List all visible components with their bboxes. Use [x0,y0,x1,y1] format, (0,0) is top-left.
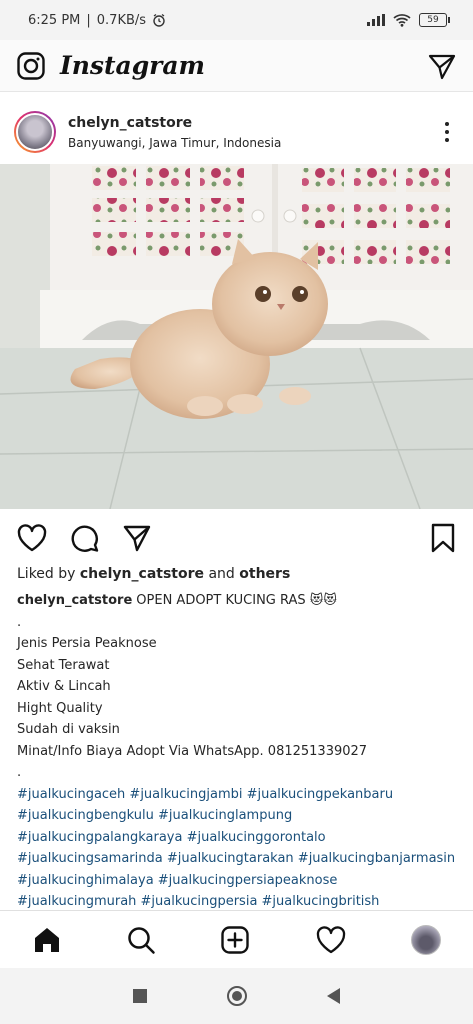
comment-icon[interactable] [70,523,100,553]
home-icon[interactable] [32,925,62,955]
caption-line: . [17,765,22,780]
app-header: Instagram [0,40,473,92]
camera-icon[interactable] [16,51,46,81]
caption-line: Hight Quality [17,700,103,716]
alarm-icon [153,13,165,27]
home-system-icon[interactable] [227,986,247,1006]
caption-line: Sehat Terawat [17,657,110,673]
bottom-nav [0,910,473,968]
post-image[interactable] [0,164,473,509]
likes-and: and [204,566,240,582]
battery-level: 59 [427,15,439,25]
status-separator: | [86,12,91,28]
recent-apps-icon[interactable] [133,989,147,1003]
share-icon[interactable] [122,523,152,553]
post-avatar[interactable] [14,111,56,153]
post-header: chelyn_catstore Banyuwangi, Jawa Timur, … [0,102,473,162]
caption-line: Jenis Persia Peaknose [17,636,157,651]
hashtag-line[interactable]: #jualkucinghimalaya #jualkucingpersiapea… [17,870,462,892]
back-icon[interactable] [327,988,340,1004]
wifi-icon [393,14,411,27]
caption-line: . [17,614,22,630]
search-icon[interactable] [126,925,156,955]
caption-username[interactable]: chelyn_catstore [17,593,132,608]
likes-prefix: Liked by [17,566,80,582]
signal-icon [367,14,385,26]
direct-message-icon[interactable] [427,51,457,81]
caption-title: OPEN ADOPT KUCING RAS 😻😻 [136,593,337,608]
hashtag-line[interactable]: #jualkucingbengkulu #jualkucinglampung [17,805,462,827]
likes-user[interactable]: chelyn_catstore [80,566,204,582]
likes-others[interactable]: others [239,566,290,582]
app-logo: Instagram [60,51,205,80]
post-location[interactable]: Banyuwangi, Jawa Timur, Indonesia [68,136,435,150]
like-heart-icon[interactable] [16,523,48,553]
hashtag-line[interactable]: #jualkucingsamarinda #jualkucingtarakan … [17,848,462,870]
likes-summary[interactable]: Liked by chelyn_catstore and others [17,566,290,582]
cat-photo [0,164,473,509]
bookmark-icon[interactable] [429,522,457,554]
status-time: 6:25 PM [28,12,81,28]
post-username[interactable]: chelyn_catstore [68,115,435,131]
caption-line: Minat/Info Biaya Adopt Via WhatsApp. 081… [17,743,368,759]
network-speed: 0.7KB/s [96,12,147,28]
system-nav-bar [0,968,473,1024]
add-post-icon[interactable] [220,925,250,955]
profile-avatar[interactable] [410,924,441,955]
battery-indicator: 59 [419,13,450,27]
caption-line: Sudah di vaksin [17,722,120,737]
caption-line: Aktiv & Lincah [17,679,111,694]
more-options-icon[interactable] [435,122,459,142]
status-bar: 6:25 PM | 0.7KB/s 59 [0,0,473,40]
post-caption: chelyn_catstore OPEN ADOPT KUCING RAS 😻😻 … [17,590,462,913]
hashtag-line[interactable]: #jualkucingaceh #jualkucingjambi #jualku… [17,784,462,806]
hashtag-line[interactable]: #jualkucingpalangkaraya #jualkucinggoron… [17,827,462,849]
post-actions [0,516,473,560]
activity-heart-icon[interactable] [315,925,347,955]
